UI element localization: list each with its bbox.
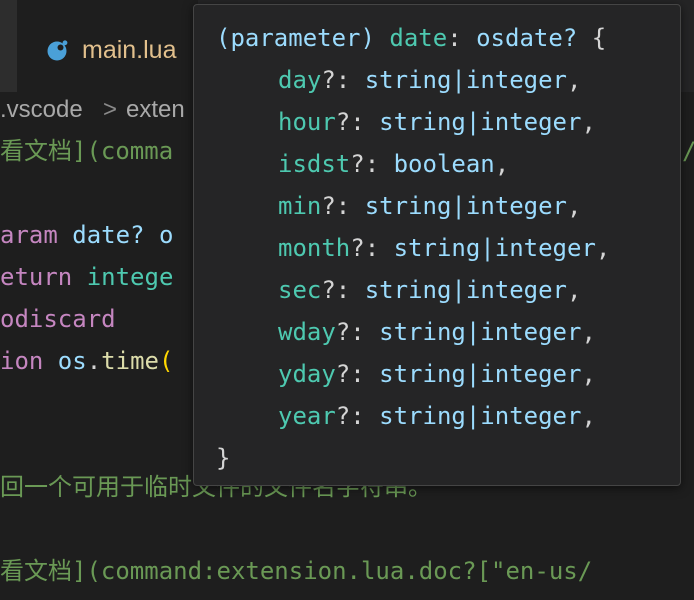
hover-field-comma: , <box>567 192 582 220</box>
open-paren: ( <box>158 347 174 375</box>
hover-field-comma: , <box>595 234 611 262</box>
hover-field-suffix: ?: <box>350 234 380 262</box>
hover-field-isdst: isdst?: boolean, <box>278 143 509 185</box>
breadcrumb-separator-icon: > <box>103 96 118 123</box>
annotation-nodiscard: odiscard <box>0 305 116 333</box>
hover-field-type: string|integer <box>379 108 582 136</box>
hover-field-type: boolean <box>393 150 495 178</box>
hover-field-wday: wday?: string|integer, <box>278 311 596 353</box>
hover-colon: : <box>447 24 462 52</box>
hover-field-sec: sec?: string|integer, <box>278 269 581 311</box>
hover-field-name: hour <box>278 108 336 136</box>
tab-label: main.lua <box>82 36 177 64</box>
hover-open-brace: { <box>591 24 607 52</box>
hover-field-comma: , <box>581 108 596 136</box>
hover-close-brace: } <box>216 444 231 472</box>
hover-field-comma: , <box>567 276 582 304</box>
hover-field-suffix: ?: <box>321 66 351 94</box>
function-time: time <box>101 347 159 375</box>
hover-field-name: sec <box>278 276 322 304</box>
hover-parameter-kind: (parameter) <box>216 24 375 52</box>
doc-link-command[interactable]: ](comma <box>72 137 173 165</box>
hover-field-suffix: ?: <box>335 318 365 346</box>
hover-field-comma: , <box>494 150 510 178</box>
hover-field-year: year?: string|integer, <box>278 395 596 437</box>
hover-field-type: string|integer <box>364 192 568 220</box>
hover-field-type: string|integer <box>379 402 582 430</box>
hover-field-name: month <box>278 234 351 262</box>
hover-param-name: date <box>389 24 448 52</box>
tab-main-lua[interactable]: main.lua <box>18 0 198 92</box>
hover-field-suffix: ?: <box>321 192 351 220</box>
hover-field-suffix: ?: <box>321 276 351 304</box>
code-line: 看文档](command:extension.lua.doc?["en-us/ <box>0 550 694 592</box>
hover-field-comma: , <box>567 66 582 94</box>
hover-field-comma: , <box>581 360 596 388</box>
hover-field-type: string|integer <box>379 318 582 346</box>
hover-field-type: string|integer <box>379 360 582 388</box>
return-type: intege <box>72 263 174 291</box>
hover-field-type: string|integer <box>364 66 568 94</box>
breadcrumb-segment-vscode[interactable]: .vscode <box>0 96 83 124</box>
hover-field-hour: hour?: string|integer, <box>278 101 596 143</box>
hover-field-type: string|integer <box>364 276 568 304</box>
object-os: os <box>43 347 87 375</box>
hover-signature: (parameter) date: osdate? { <box>216 17 606 59</box>
hover-field-name: yday <box>278 360 336 388</box>
breadcrumb-segment-extension[interactable]: exten <box>126 96 185 124</box>
hover-param-type: osdate? <box>476 24 578 52</box>
hover-field-min: min?: string|integer, <box>278 185 581 227</box>
hover-field-yday: yday?: string|integer, <box>278 353 596 395</box>
hover-field-name: min <box>278 192 322 220</box>
lua-file-icon <box>47 40 68 61</box>
hover-field-month: month?: string|integer, <box>278 227 610 269</box>
hover-field-comma: , <box>581 402 596 430</box>
line-fragment: / <box>682 130 694 172</box>
hover-field-suffix: ?: <box>350 150 380 178</box>
hover-field-name: isdst <box>278 150 351 178</box>
doc-link-text[interactable]: 看文档 <box>0 137 72 165</box>
hover-field-type: string|integer <box>393 234 596 262</box>
annotation-return: eturn <box>0 263 73 291</box>
hover-field-suffix: ?: <box>335 360 365 388</box>
hover-field-name: day <box>278 66 322 94</box>
doc-link-command[interactable]: ](command:extension.lua.doc?["en-us/ <box>72 557 592 585</box>
hover-field-name: wday <box>278 318 336 346</box>
previous-tab[interactable] <box>0 0 18 92</box>
hover-tooltip[interactable]: (parameter) date: osdate? { day?: string… <box>193 4 681 486</box>
hover-field-suffix: ?: <box>335 402 365 430</box>
annotation-param: aram <box>0 221 58 249</box>
hover-field-suffix: ?: <box>335 108 365 136</box>
hover-field-day: day?: string|integer, <box>278 59 581 101</box>
hover-field-comma: , <box>581 318 596 346</box>
keyword-function: ion <box>0 347 44 375</box>
doc-link-text[interactable]: 看文档 <box>0 557 72 585</box>
param-text: date? o <box>57 221 174 249</box>
dot: . <box>86 347 102 375</box>
hover-field-name: year <box>278 402 336 430</box>
